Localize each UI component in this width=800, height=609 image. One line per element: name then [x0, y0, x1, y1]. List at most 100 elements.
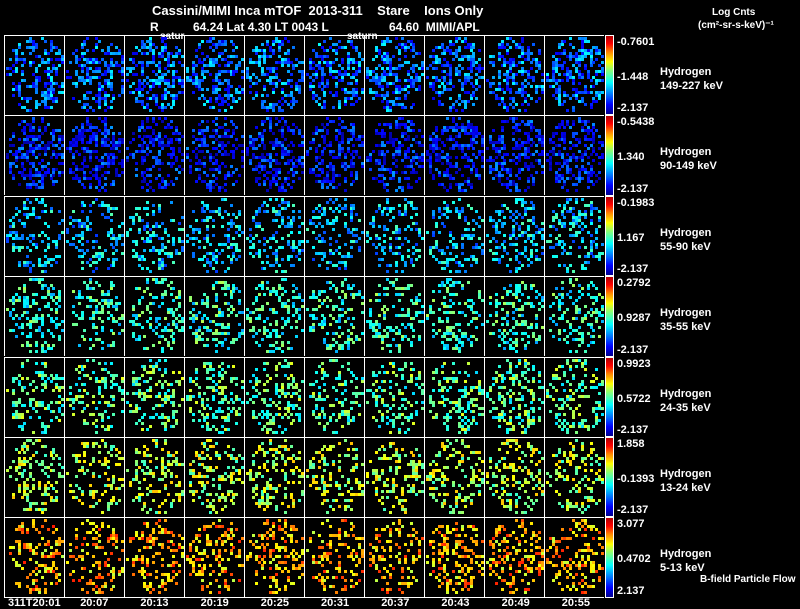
pixel: [20, 64, 24, 67]
pixel: [212, 141, 216, 145]
pixel: [203, 263, 207, 267]
pixel: [371, 150, 375, 154]
pixel: [572, 206, 576, 210]
pixel: [206, 120, 210, 124]
pixel: [112, 251, 116, 255]
pixel: [397, 153, 401, 157]
pixel: [217, 88, 221, 91]
pixel: [326, 132, 330, 136]
pixel: [14, 61, 18, 64]
pixel: [197, 123, 201, 127]
pixel: [486, 233, 489, 237]
pixel: [355, 100, 359, 103]
pixel: [49, 263, 53, 267]
pixel: [257, 209, 261, 213]
pixel: [263, 88, 267, 91]
pixel: [118, 132, 122, 136]
pixel: [109, 106, 113, 109]
pixel: [191, 91, 195, 94]
pixel: [446, 245, 450, 249]
pixel: [475, 97, 479, 100]
pixel: [426, 76, 429, 79]
pixel: [298, 251, 302, 255]
pixel: [14, 165, 18, 169]
image-cell: [64, 277, 125, 357]
pixel: [586, 254, 590, 258]
pixel: [134, 162, 138, 166]
pixel: [355, 212, 359, 216]
pixel: [166, 70, 170, 73]
pixel: [58, 174, 62, 178]
pixel: [386, 227, 390, 231]
pixel: [563, 141, 567, 145]
pixel: [415, 257, 419, 261]
pixel: [212, 287, 216, 291]
pixel: [106, 171, 110, 175]
pixel: [206, 227, 210, 231]
pixel: [472, 103, 476, 106]
pixel: [469, 206, 473, 210]
pixel: [238, 174, 242, 178]
pixel: [412, 55, 416, 58]
pixel: [298, 215, 302, 219]
pixel: [460, 174, 464, 178]
pixel: [29, 305, 33, 309]
pixel: [434, 224, 438, 228]
pixel: [506, 153, 510, 157]
pixel: [446, 117, 450, 121]
pixel: [506, 251, 510, 255]
pixel: [280, 43, 284, 46]
pixel: [523, 200, 527, 204]
pixel: [226, 141, 230, 145]
image-cell: [4, 196, 65, 276]
pixel: [254, 126, 258, 130]
pixel: [203, 156, 207, 160]
pixel: [146, 189, 150, 193]
pixel: [43, 203, 47, 207]
pixel: [566, 79, 570, 82]
pixel: [475, 156, 479, 160]
pixel: [491, 177, 495, 181]
pixel: [197, 97, 201, 100]
pixel: [503, 162, 507, 166]
pixel: [277, 162, 281, 166]
pixel: [589, 221, 593, 225]
pixel: [443, 52, 447, 55]
pixel: [295, 64, 299, 67]
pixel: [586, 186, 590, 190]
pixel: [29, 109, 33, 112]
pixel: [497, 76, 501, 79]
pixel: [77, 344, 81, 348]
pixel: [449, 186, 453, 190]
pixel: [529, 85, 533, 88]
pixel: [55, 100, 59, 103]
pixel: [83, 159, 87, 163]
pixel: [415, 180, 419, 184]
pixel: [352, 144, 356, 148]
pixel: [131, 138, 135, 142]
pixel: [409, 186, 413, 190]
pixel: [583, 266, 587, 270]
pixel: [32, 49, 36, 52]
pixel: [272, 43, 276, 46]
pixel: [206, 129, 210, 133]
pixel: [515, 162, 518, 166]
image-cell: [544, 196, 605, 276]
pixel: [275, 197, 278, 201]
pixel: [575, 233, 578, 237]
pixel: [109, 100, 113, 103]
pixel: [349, 138, 353, 142]
pixel: [11, 317, 15, 321]
pixel: [569, 97, 573, 100]
pixel: [163, 106, 167, 109]
pixel: [97, 245, 101, 249]
pixel: [292, 46, 296, 49]
pixel: [337, 183, 341, 187]
pixel: [118, 332, 122, 336]
pixel: [329, 242, 333, 246]
pixel: [349, 82, 353, 85]
pixel: [58, 209, 62, 213]
pixel: [343, 168, 347, 172]
pixel: [395, 263, 398, 267]
pixel: [112, 284, 116, 288]
